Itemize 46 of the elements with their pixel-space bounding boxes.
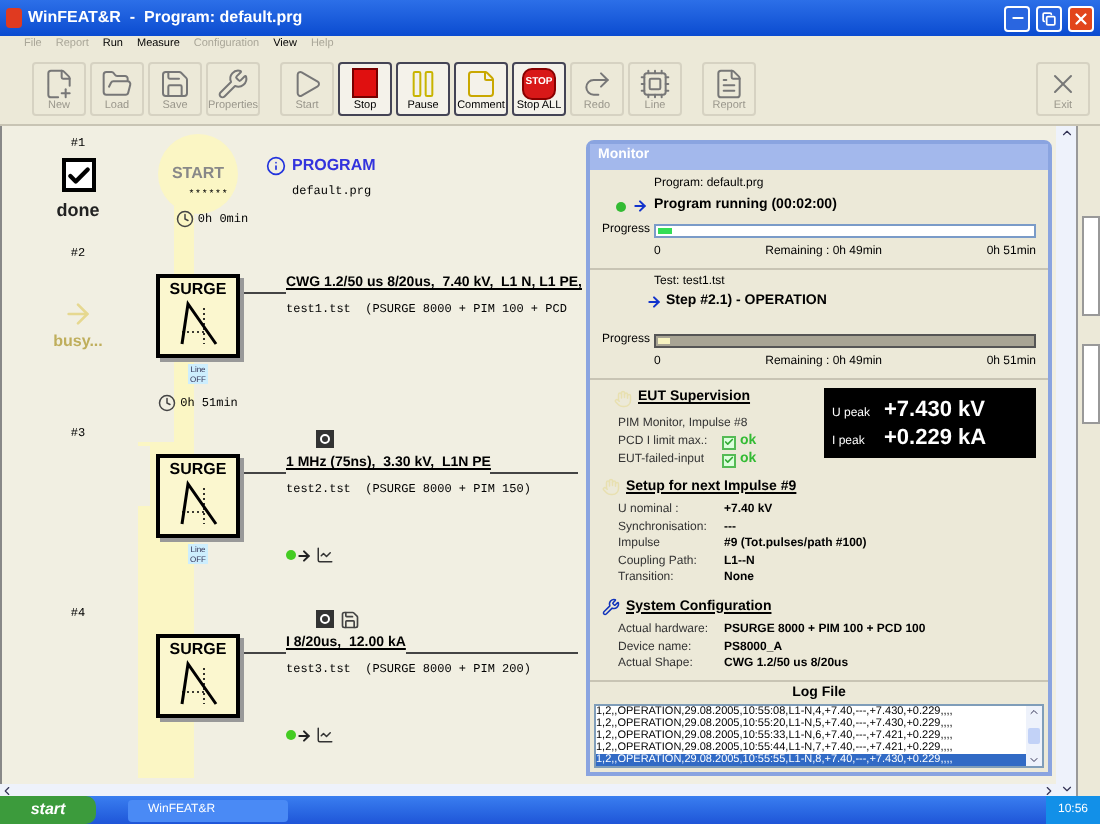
arrow-icon — [62, 298, 94, 330]
app-logo-icon — [6, 8, 22, 28]
waveform-icon — [176, 480, 220, 528]
scroll-down-icon[interactable] — [1059, 782, 1073, 796]
wrench-icon — [602, 598, 620, 617]
surge-block[interactable]: SURGE — [156, 634, 240, 718]
chip-icon — [638, 68, 672, 100]
restore-button[interactable] — [1036, 5, 1062, 31]
waveform-icon — [176, 660, 220, 708]
log-list[interactable] — [594, 704, 1044, 768]
checkbox-icon — [61, 158, 95, 192]
save-icon — [158, 68, 192, 100]
wrench-icon — [216, 68, 250, 100]
note-icon — [464, 68, 498, 100]
restore-icon — [1042, 11, 1056, 25]
scroll-up-icon[interactable] — [1059, 126, 1073, 140]
close-button[interactable] — [1068, 5, 1094, 31]
vertical-scrollbar[interactable] — [1056, 126, 1076, 796]
new-file-icon — [42, 68, 76, 100]
hand-icon — [602, 478, 620, 497]
program-heading: PROGRAM — [292, 154, 376, 178]
clock-icon — [158, 394, 177, 412]
window-title: WinFEAT&R - Program: default.prg — [28, 6, 305, 30]
waveform-icon — [176, 300, 220, 348]
peak-value: +0.229 kA — [884, 423, 987, 451]
status-label: done — [56, 198, 100, 224]
chart-icon — [316, 546, 334, 564]
stop-icon — [352, 68, 378, 98]
scroll-left-icon[interactable] — [0, 784, 14, 798]
document-icon — [712, 68, 746, 100]
close-icon — [1072, 9, 1090, 27]
minimize-button[interactable] — [1004, 5, 1030, 31]
redo-icon — [580, 68, 614, 100]
folder-icon — [100, 68, 134, 100]
surge-block[interactable]: SURGE — [156, 454, 240, 538]
surge-block[interactable]: SURGE — [156, 274, 240, 358]
arrow-icon — [646, 293, 662, 310]
hand-icon — [614, 389, 632, 408]
arrow-icon — [632, 198, 648, 215]
clock-icon — [175, 210, 194, 228]
status-label: busy... — [53, 330, 103, 354]
start-button[interactable]: start — [0, 796, 96, 824]
info-icon — [266, 156, 286, 176]
chart-icon — [316, 726, 334, 744]
peak-value: +7.430 kV — [884, 395, 985, 423]
scroll-right-icon[interactable] — [1042, 784, 1056, 798]
